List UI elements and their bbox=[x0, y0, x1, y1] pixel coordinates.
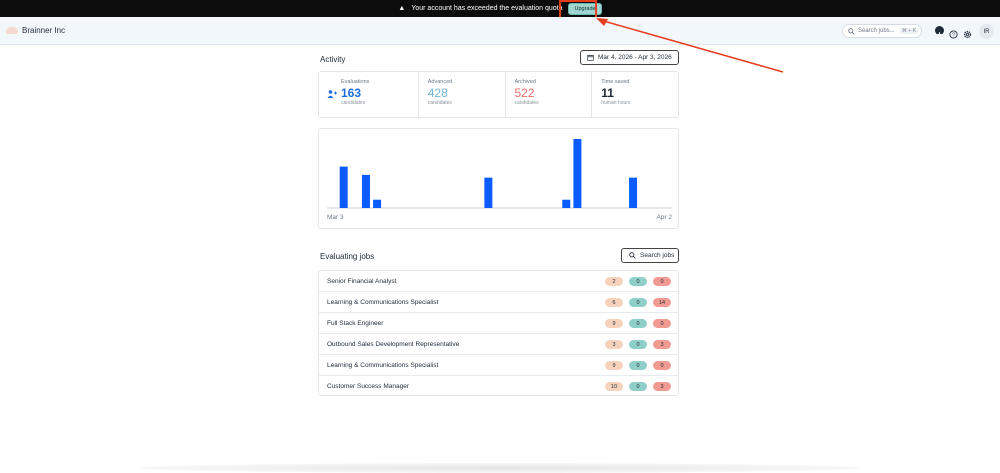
org-logo-icon bbox=[6, 27, 18, 34]
quota-banner: ▲ Your account has exceeded the evaluati… bbox=[0, 0, 1000, 17]
advanced-count-badge: 0 bbox=[629, 340, 647, 349]
stat-value: 163 bbox=[341, 86, 362, 100]
search-icon bbox=[629, 252, 636, 259]
stat-time-saved: Time saved 11 human hours bbox=[592, 72, 678, 117]
stat-sub: human hours bbox=[601, 100, 631, 106]
chart-x-end-label: Apr 2 bbox=[656, 214, 672, 221]
add-icon[interactable] bbox=[935, 26, 944, 37]
advanced-count-badge: 0 bbox=[629, 319, 647, 328]
search-shortcut: ⌘ + K bbox=[899, 28, 918, 34]
jobs-title: Evaluating jobs bbox=[320, 252, 375, 261]
pending-count-badge: 3 bbox=[605, 340, 623, 349]
svg-text:?: ? bbox=[952, 32, 955, 38]
stat-sub: candidates bbox=[427, 100, 452, 106]
pending-count-badge: 2 bbox=[605, 277, 623, 286]
gear-icon[interactable] bbox=[963, 26, 972, 39]
search-jobs-label: Search jobs bbox=[640, 252, 675, 259]
stat-sub: candidates bbox=[514, 100, 539, 106]
search-jobs-button[interactable]: Search jobs bbox=[621, 248, 679, 263]
advanced-count-badge: 0 bbox=[629, 361, 647, 370]
job-row[interactable]: Full Stack Engineer 9 0 0 bbox=[319, 313, 678, 334]
stat-value: 11 bbox=[601, 86, 614, 100]
chart-x-start-label: Mar 3 bbox=[327, 214, 344, 221]
pending-count-badge: 10 bbox=[605, 382, 623, 391]
search-icon bbox=[848, 27, 855, 35]
archived-count-badge: 0 bbox=[653, 361, 671, 370]
date-range-label: Mar 4, 2026 - Apr 3, 2026 bbox=[598, 54, 672, 61]
archived-count-badge: 0 bbox=[653, 277, 671, 286]
stats-panel: Evaluations 163 candidates Advanced 428 … bbox=[318, 71, 679, 118]
pending-count-badge: 9 bbox=[605, 361, 623, 370]
stat-sub: candidates bbox=[341, 100, 366, 106]
warning-icon: ▲ bbox=[398, 5, 406, 12]
job-row[interactable]: Learning & Communications Specialist 6 0… bbox=[319, 292, 678, 313]
activity-title: Activity bbox=[320, 55, 346, 64]
activity-chart-svg: Mar 3 Apr 2 bbox=[327, 139, 672, 221]
stat-advanced: Advanced 428 candidates bbox=[419, 72, 506, 117]
stat-label: Advanced bbox=[427, 79, 453, 85]
archived-count-badge: 3 bbox=[653, 382, 671, 391]
stat-label: Time saved bbox=[601, 79, 630, 85]
job-row[interactable]: Learning & Communications Specialist 9 0… bbox=[319, 355, 678, 376]
help-icon[interactable]: ? bbox=[949, 26, 958, 39]
activity-chart: Mar 3 Apr 2 bbox=[318, 128, 679, 229]
stat-label: Evaluations bbox=[341, 79, 370, 85]
chart-bar-mar-6[interactable] bbox=[361, 174, 370, 208]
org-name[interactable]: Brainner Inc bbox=[22, 26, 65, 35]
chart-bar-mar-7[interactable] bbox=[373, 199, 382, 208]
stat-value: 428 bbox=[427, 86, 448, 100]
chart-bar-mar-25[interactable] bbox=[573, 139, 582, 208]
global-search-input[interactable]: Search jobs... ⌘ + K bbox=[842, 24, 922, 38]
people-icon bbox=[327, 90, 337, 98]
stat-evaluations: Evaluations 163 candidates bbox=[319, 72, 419, 117]
advanced-count-badge: 0 bbox=[629, 382, 647, 391]
global-search-placeholder: Search jobs... bbox=[858, 28, 895, 34]
archived-count-badge: 0 bbox=[653, 319, 671, 328]
job-name: Learning & Communications Specialist bbox=[327, 298, 439, 306]
avatar[interactable]: IR bbox=[979, 24, 994, 39]
pending-count-badge: 9 bbox=[605, 319, 623, 328]
advanced-count-badge: 0 bbox=[629, 277, 647, 286]
jobs-list: Senior Financial Analyst 2 0 0 Learning … bbox=[318, 270, 679, 396]
job-name: Senior Financial Analyst bbox=[327, 277, 397, 285]
top-bar: Brainner Inc Search jobs... ⌘ + K ? IR bbox=[0, 17, 1000, 45]
archived-count-badge: 3 bbox=[653, 340, 671, 349]
job-name: Learning & Communications Specialist bbox=[327, 361, 439, 369]
job-row[interactable]: Customer Success Manager 10 0 3 bbox=[319, 376, 678, 397]
stat-value: 522 bbox=[514, 86, 535, 100]
bottom-shadow bbox=[140, 463, 860, 473]
pending-count-badge: 6 bbox=[605, 298, 623, 307]
job-name: Full Stack Engineer bbox=[327, 319, 384, 327]
date-range-button[interactable]: Mar 4, 2026 - Apr 3, 2026 bbox=[580, 50, 679, 65]
chart-bar-mar-24[interactable] bbox=[562, 199, 571, 208]
stat-label: Archived bbox=[514, 79, 536, 85]
chart-bar-mar-4[interactable] bbox=[339, 166, 348, 208]
chart-bar-mar-17[interactable] bbox=[484, 177, 493, 208]
job-row[interactable]: Outbound Sales Development Representativ… bbox=[319, 334, 678, 355]
advanced-count-badge: 0 bbox=[629, 298, 647, 307]
quota-message: Your account has exceeded the evaluation… bbox=[411, 5, 563, 12]
job-name: Customer Success Manager bbox=[327, 383, 410, 390]
chart-bar-mar-30[interactable] bbox=[629, 177, 638, 208]
job-name: Outbound Sales Development Representativ… bbox=[327, 340, 460, 348]
stat-archived: Archived 522 candidates bbox=[506, 72, 593, 117]
job-row[interactable]: Senior Financial Analyst 2 0 0 bbox=[319, 271, 678, 292]
archived-count-badge: 14 bbox=[653, 298, 671, 307]
calendar-icon bbox=[587, 54, 594, 61]
